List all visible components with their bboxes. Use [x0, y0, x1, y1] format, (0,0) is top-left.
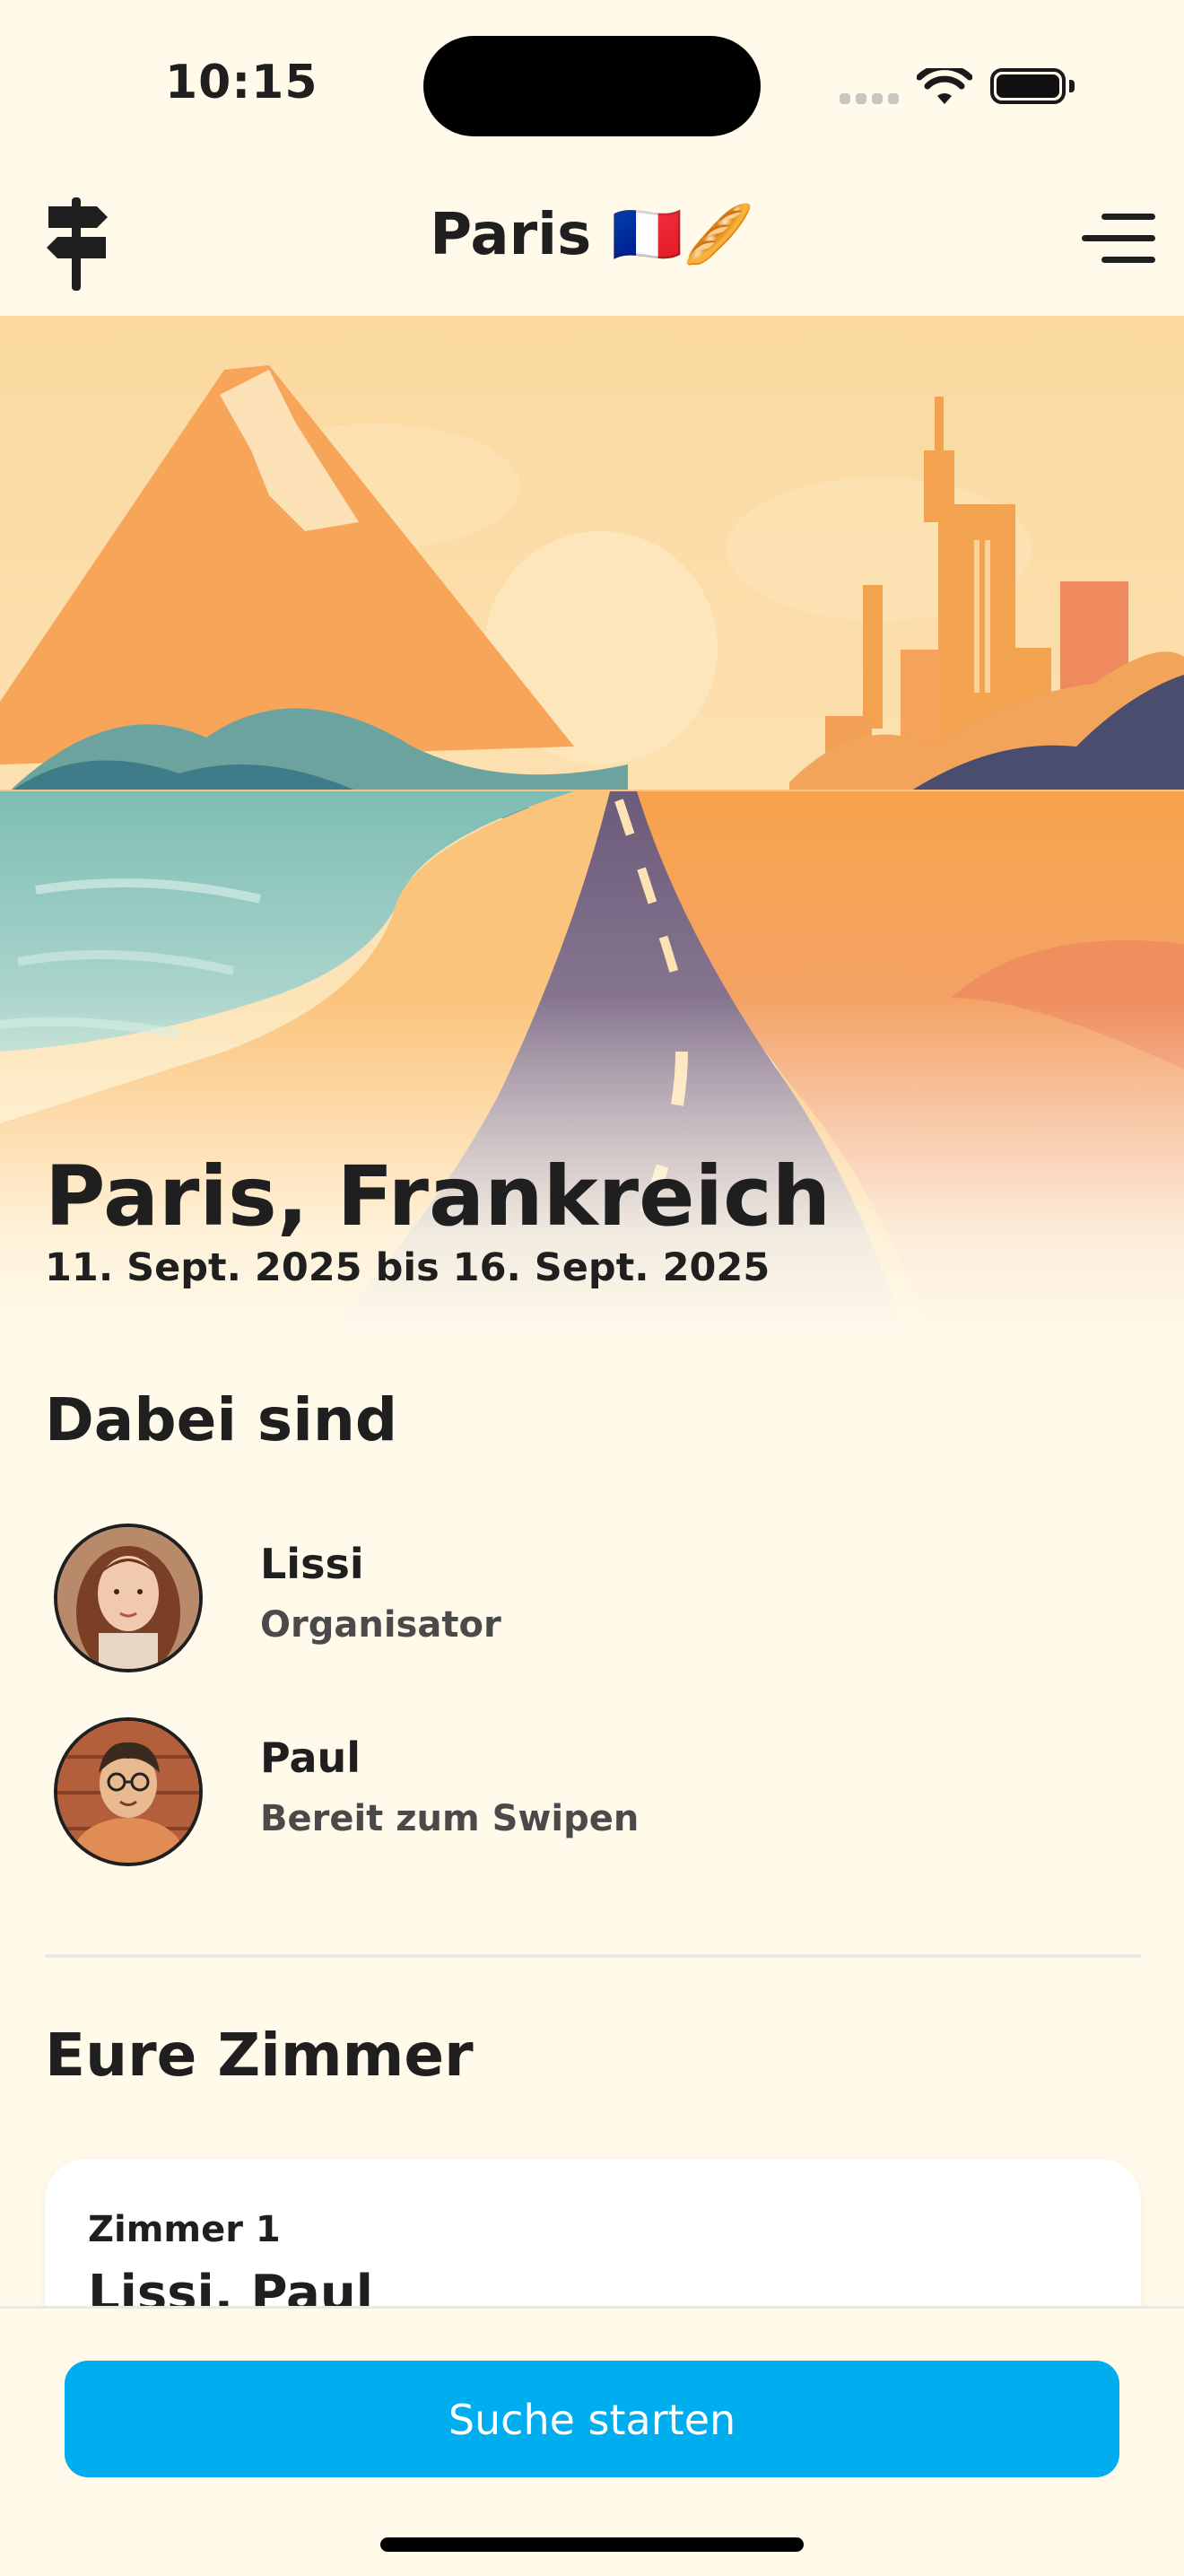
wifi-icon: [917, 68, 972, 104]
section-divider: [45, 1954, 1141, 1958]
room-label: Zimmer 1: [88, 2209, 281, 2250]
trip-dates: 11. Sept. 2025 bis 16. Sept. 2025: [45, 1245, 770, 1290]
status-time: 10:15: [165, 56, 318, 109]
home-indicator[interactable]: [380, 2537, 804, 2552]
participant-role: Bereit zum Swipen: [260, 1798, 640, 1839]
status-bar: 10:15: [0, 0, 1184, 170]
trip-title: Paris, Frankreich: [45, 1148, 831, 1244]
battery-icon: [990, 68, 1075, 108]
participant-row[interactable]: Paul Bereit zum Swipen: [45, 1717, 1139, 1879]
participant-name: Paul: [260, 1733, 361, 1782]
page-title: Paris 🇫🇷🥖: [430, 202, 754, 268]
avatar: [54, 1717, 203, 1866]
dynamic-island: [423, 36, 761, 136]
avatar: [54, 1524, 203, 1672]
menu-icon[interactable]: [1082, 212, 1155, 266]
participants-heading: Dabei sind: [45, 1385, 398, 1454]
rooms-heading: Eure Zimmer: [45, 2021, 474, 2090]
participant-role: Organisator: [260, 1604, 501, 1646]
participant-row[interactable]: Lissi Organisator: [45, 1524, 1139, 1685]
cellular-signal-icon: [840, 93, 899, 108]
start-search-button[interactable]: Suche starten: [65, 2361, 1119, 2477]
top-navigation: Paris 🇫🇷🥖: [0, 170, 1184, 314]
participant-name: Lissi: [260, 1540, 364, 1588]
bottom-action-bar: Suche starten: [0, 2306, 1184, 2576]
